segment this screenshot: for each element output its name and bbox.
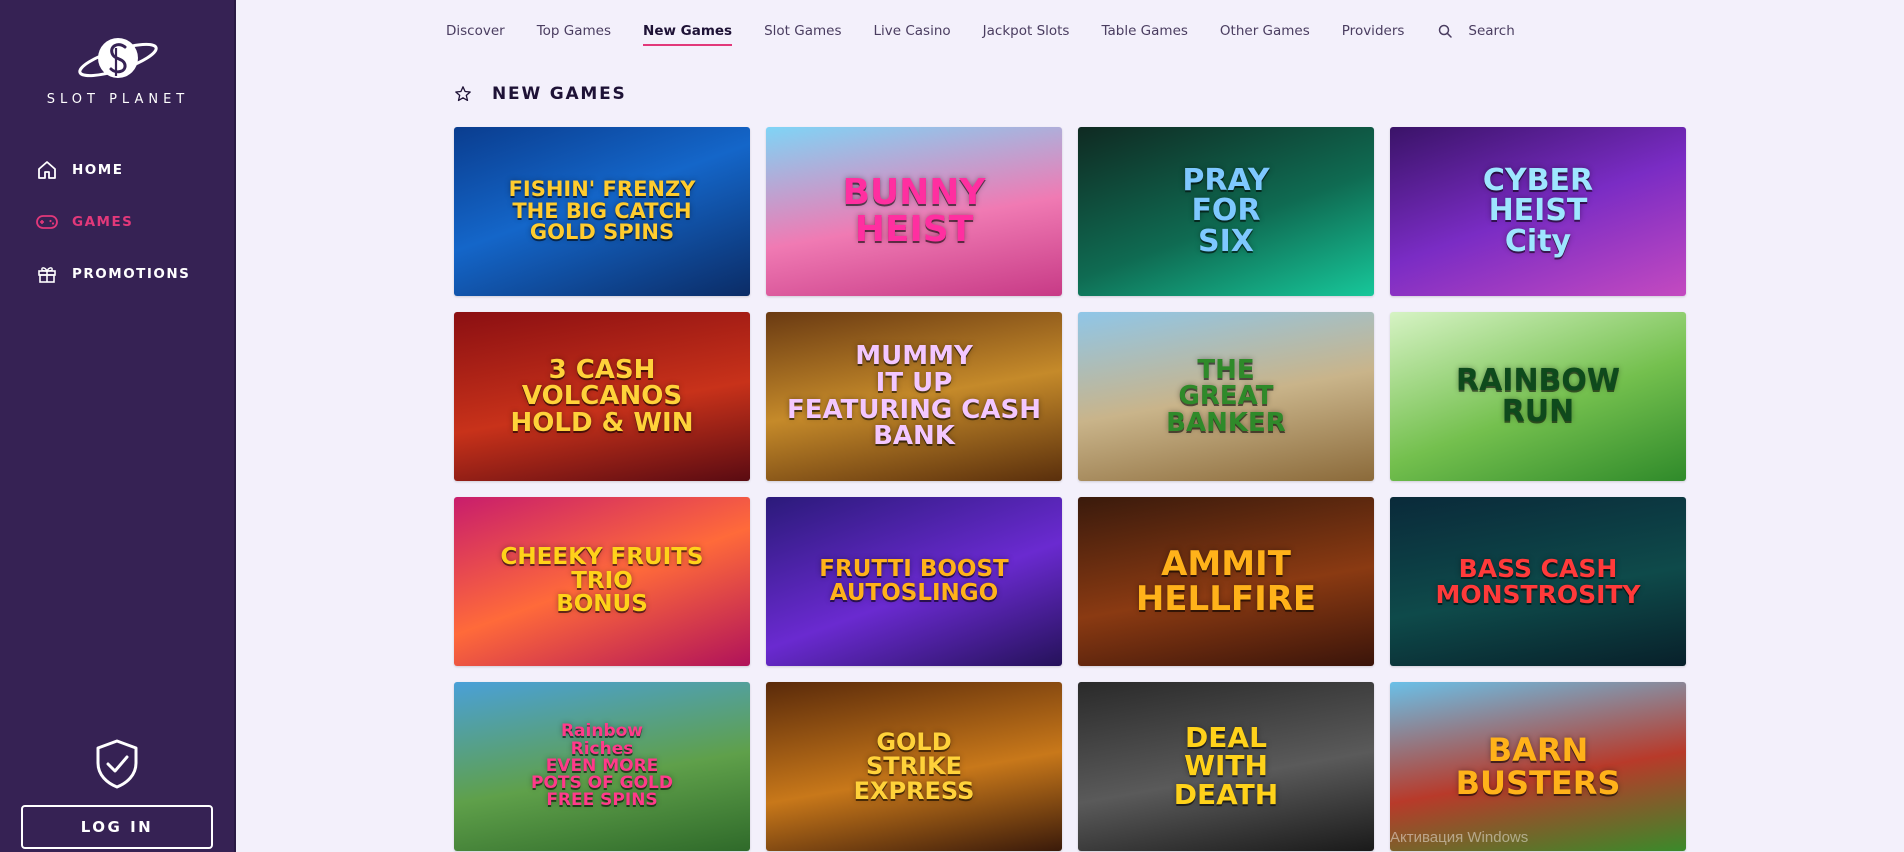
sidebar-item-label: PROMOTIONS <box>72 266 191 282</box>
sidebar-nav: HOME GAMES PROMOTIONS <box>36 144 190 300</box>
brand-name: SLOT PLANET <box>46 92 190 107</box>
game-tile[interactable]: MUMMY IT UP FEATURING CASH BANK <box>766 312 1062 481</box>
game-tile[interactable]: 3 CASH VOLCANOS HOLD & WIN <box>454 312 750 481</box>
game-tile[interactable]: AMMIT HELLFIRE <box>1078 497 1374 666</box>
game-tile[interactable]: Rainbow Riches EVEN MORE POTS OF GOLD FR… <box>454 682 750 851</box>
game-tile[interactable]: BASS CASH MONSTROSITY <box>1390 497 1686 666</box>
section-title: NEW GAMES <box>492 84 627 104</box>
sidebar-item-label: GAMES <box>72 214 134 230</box>
planet-logo-icon <box>78 38 158 78</box>
tab-jackpot-slots[interactable]: Jackpot Slots <box>983 23 1070 45</box>
sidebar: SLOT PLANET HOME GAMES PROMOTIONS LOG IN <box>0 0 236 852</box>
game-tile[interactable]: FISHIN' FRENZY THE BIG CATCH GOLD SPINS <box>454 127 750 296</box>
shield-check-icon <box>94 738 140 795</box>
section-header: NEW GAMES <box>454 84 627 104</box>
game-title: 3 CASH VOLCANOS HOLD & WIN <box>510 354 694 438</box>
tab-providers[interactable]: Providers <box>1342 23 1405 45</box>
sidebar-item-label: HOME <box>72 162 124 178</box>
game-title: AMMIT HELLFIRE <box>1135 543 1317 619</box>
game-title: FRUTTI BOOST AUTOSLINGO <box>819 556 1009 606</box>
game-tile[interactable]: CHEEKY FRUITS TRIO BONUS <box>454 497 750 666</box>
home-icon <box>36 159 58 181</box>
gamepad-icon <box>36 211 58 233</box>
tab-new-games[interactable]: New Games <box>643 23 733 46</box>
game-tile[interactable]: THE GREAT BANKER <box>1078 312 1374 481</box>
game-grid: FISHIN' FRENZY THE BIG CATCH GOLD SPINS B… <box>454 127 1686 851</box>
search-label: Search <box>1468 23 1515 39</box>
game-title: BUNNY HEIST <box>842 171 986 250</box>
game-tile[interactable]: RAINBOW RUN <box>1390 312 1686 481</box>
game-title: DEAL WITH DEATH <box>1173 720 1279 811</box>
game-title: CYBER HEIST City <box>1482 162 1594 259</box>
game-title: MUMMY IT UP FEATURING CASH BANK <box>786 341 1041 452</box>
game-title: CHEEKY FRUITS TRIO BONUS <box>500 544 704 618</box>
game-tile[interactable]: CYBER HEIST City <box>1390 127 1686 296</box>
tab-discover[interactable]: Discover <box>446 23 505 45</box>
game-title: GOLD STRIKE EXPRESS <box>853 727 975 805</box>
search-icon <box>1439 24 1453 38</box>
game-tile[interactable]: DEAL WITH DEATH <box>1078 682 1374 851</box>
game-title: Rainbow Riches EVEN MORE POTS OF GOLD FR… <box>530 721 673 811</box>
game-title: FISHIN' FRENZY THE BIG CATCH GOLD SPINS <box>508 177 696 245</box>
tab-table-games[interactable]: Table Games <box>1101 23 1187 45</box>
game-tile[interactable]: PRAY FOR SIX <box>1078 127 1374 296</box>
game-tile[interactable]: BARN BUSTERS <box>1390 682 1686 851</box>
tab-other-games[interactable]: Other Games <box>1220 23 1310 45</box>
search-button[interactable]: Search <box>1438 23 1515 39</box>
game-tile[interactable]: BUNNY HEIST <box>766 127 1062 296</box>
brand-logo[interactable]: SLOT PLANET <box>0 30 236 107</box>
gift-icon <box>36 263 58 285</box>
game-title: RAINBOW RUN <box>1455 362 1621 429</box>
star-icon[interactable] <box>454 85 472 103</box>
login-button[interactable]: LOG IN <box>21 805 213 849</box>
sidebar-item-promotions[interactable]: PROMOTIONS <box>36 248 190 300</box>
game-tile[interactable]: GOLD STRIKE EXPRESS <box>766 682 1062 851</box>
game-title: PRAY FOR SIX <box>1182 162 1270 259</box>
game-tile[interactable]: FRUTTI BOOST AUTOSLINGO <box>766 497 1062 666</box>
game-title: THE GREAT BANKER <box>1166 354 1286 438</box>
tab-top-games[interactable]: Top Games <box>537 23 611 45</box>
top-nav: Discover Top Games New Games Slot Games … <box>446 20 1515 46</box>
tab-live-casino[interactable]: Live Casino <box>873 23 950 45</box>
game-title: BARN BUSTERS <box>1455 730 1621 802</box>
tab-slot-games[interactable]: Slot Games <box>764 23 841 45</box>
sidebar-item-games[interactable]: GAMES <box>36 196 190 248</box>
sidebar-item-home[interactable]: HOME <box>36 144 190 196</box>
game-title: BASS CASH MONSTROSITY <box>1435 554 1641 609</box>
